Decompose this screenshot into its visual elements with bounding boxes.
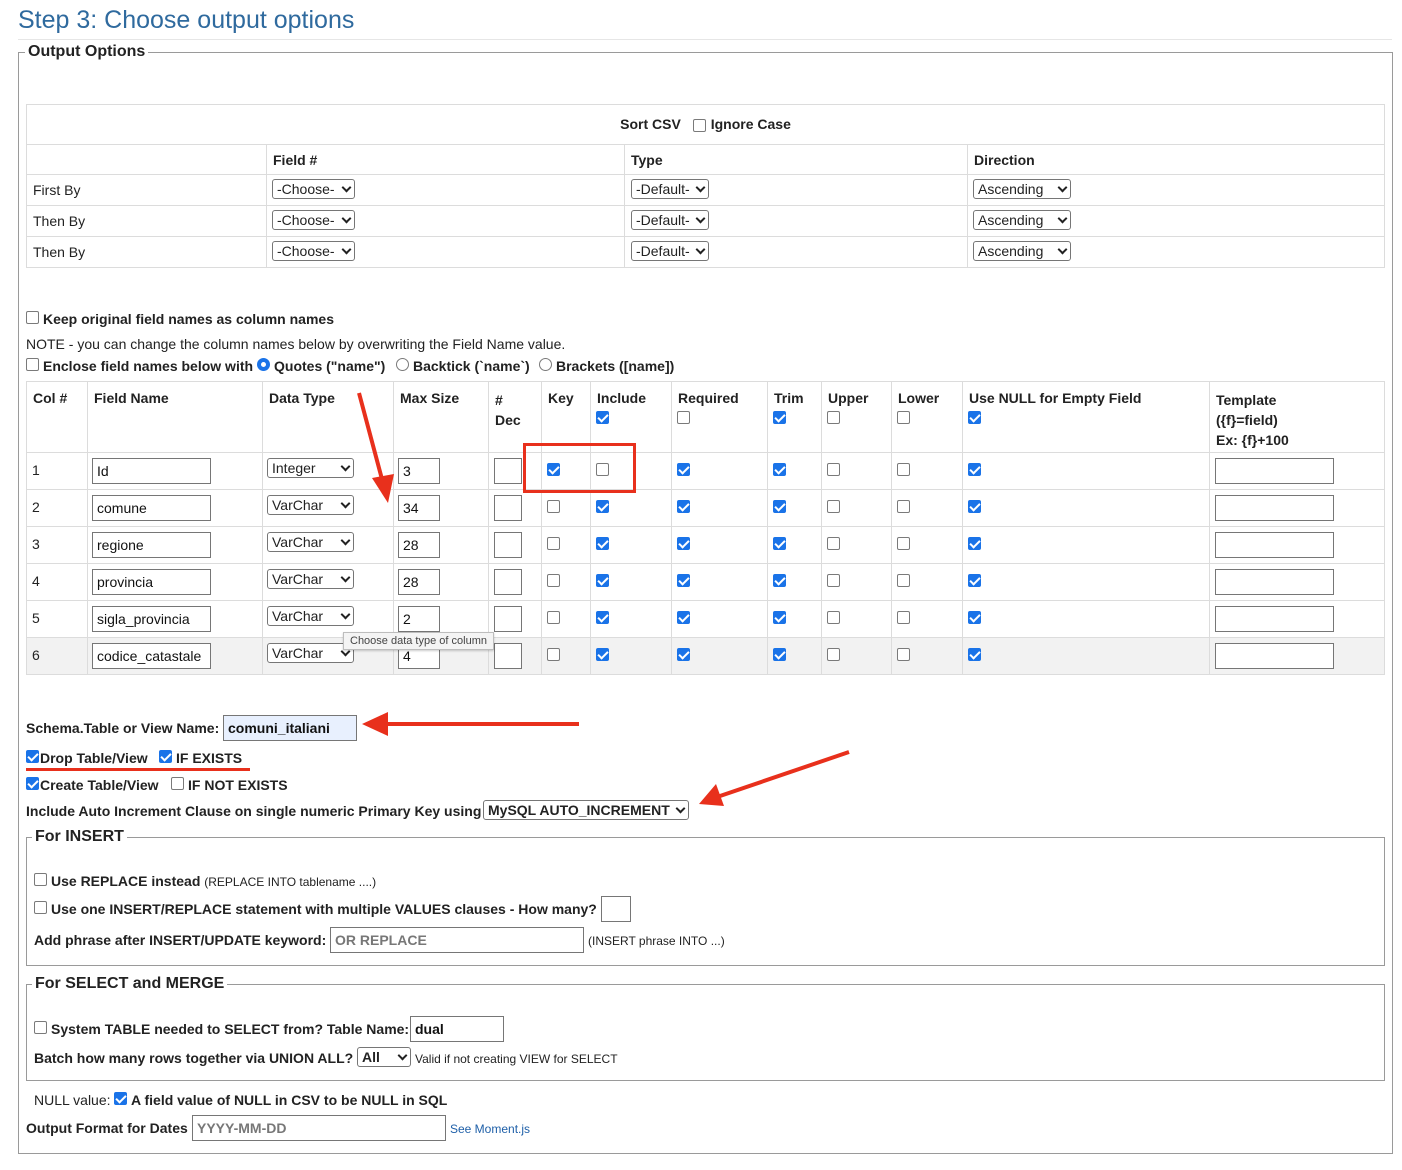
arrow-to-max-size [357, 392, 385, 484]
annotation-underline [26, 768, 250, 771]
insert-legend: For INSERT [32, 828, 127, 846]
system-table-label: System TABLE needed to SELECT from? Tabl… [51, 1021, 410, 1037]
select-merge-legend: For SELECT and MERGE [32, 975, 228, 993]
phrase-label: Add phrase after INSERT/UPDATE keyword: [34, 932, 327, 948]
multi-values-label: Use one INSERT/REPLACE statement with mu… [51, 901, 597, 917]
if-not-exists-checkbox[interactable] [171, 777, 184, 790]
arrow-to-schema-name-head [362, 712, 388, 736]
schema-label: Schema.Table or View Name: [26, 720, 220, 736]
if-not-exists-label: IF NOT EXISTS [188, 777, 288, 793]
chevron-down-icon [675, 803, 686, 814]
auto-increment-select[interactable]: MySQL AUTO_INCREMENT [483, 800, 689, 820]
create-table-checkbox[interactable] [26, 777, 39, 790]
use-replace-checkbox[interactable] [34, 873, 47, 886]
date-format-label: Output Format for Dates [26, 1120, 188, 1136]
drop-table-label: Drop Table/View [40, 750, 148, 766]
multi-values-checkbox[interactable] [34, 901, 47, 914]
phrase-input[interactable]: OR REPLACE [330, 927, 584, 953]
null-desc: A field value of NULL in CSV to be NULL … [131, 1092, 448, 1108]
date-format-input[interactable]: YYYY-MM-DD [192, 1115, 446, 1141]
phrase-hint: (INSERT phrase INTO ...) [588, 934, 725, 948]
schema-input[interactable]: comuni_italiani [223, 715, 357, 741]
create-table-label: Create Table/View [40, 777, 159, 793]
if-exists-checkbox[interactable] [159, 750, 172, 763]
use-replace-label: Use REPLACE instead [51, 873, 201, 889]
batch-label: Batch how many rows together via UNION A… [34, 1050, 354, 1066]
use-replace-hint: (REPLACE INTO tablename ....) [204, 875, 377, 889]
if-exists-label: IF EXISTS [176, 750, 243, 766]
null-label: NULL value: [34, 1092, 111, 1108]
drop-table-checkbox[interactable] [26, 750, 39, 763]
multi-values-count-input[interactable] [601, 896, 631, 922]
batch-hint: Valid if not creating VIEW for SELECT [415, 1052, 618, 1066]
moment-js-link[interactable]: See Moment.js [450, 1122, 530, 1136]
null-checkbox[interactable] [114, 1092, 127, 1105]
chevron-down-icon [397, 1050, 408, 1061]
auto-increment-label: Include Auto Increment Clause on single … [26, 803, 482, 819]
system-table-input[interactable]: dual [410, 1016, 504, 1042]
arrow-to-max-size-head [372, 474, 394, 503]
arrow-to-auto-increment [719, 750, 850, 798]
use-replace-line: Use REPLACE instead (REPLACE INTO tablen… [51, 873, 376, 889]
batch-select[interactable]: All [357, 1047, 411, 1067]
system-table-checkbox[interactable] [34, 1021, 47, 1034]
